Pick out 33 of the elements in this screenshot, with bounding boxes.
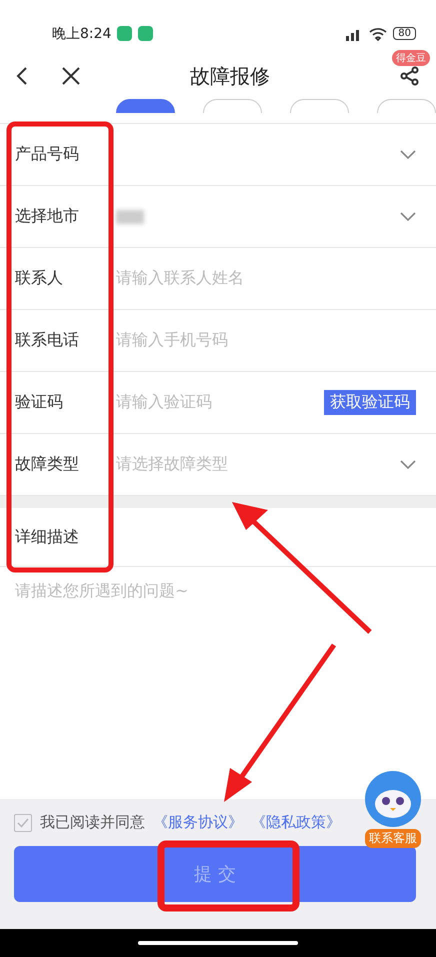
policy-link[interactable]: 《服务协议》 bbox=[153, 813, 243, 832]
app-icon bbox=[117, 26, 132, 41]
close-icon[interactable] bbox=[62, 67, 80, 85]
check-icon bbox=[17, 818, 29, 828]
share-icon[interactable] bbox=[400, 66, 420, 86]
field-label: 验证码 bbox=[15, 392, 64, 413]
field-label: 联系人 bbox=[15, 268, 64, 289]
page-title: 故障报修 bbox=[189, 62, 271, 90]
back-icon[interactable] bbox=[16, 67, 28, 85]
field-label: 故障类型 bbox=[15, 454, 80, 475]
field-label: 选择地市 bbox=[15, 206, 80, 227]
input-field[interactable]: 请输入联系人姓名 bbox=[116, 268, 416, 289]
policy-link[interactable]: 《隐私政策》 bbox=[251, 813, 341, 832]
mascot-icon[interactable] bbox=[364, 770, 422, 828]
field-label: 产品号码 bbox=[15, 144, 80, 165]
wifi-icon bbox=[369, 26, 388, 40]
reward-badge: 得金豆 bbox=[392, 50, 430, 66]
input-field[interactable]: 请选择故障类型 bbox=[116, 454, 400, 475]
field-label: 详细描述 bbox=[15, 526, 80, 548]
input-field[interactable]: 请输入手机号码 bbox=[116, 330, 416, 351]
battery-level: 80 bbox=[393, 27, 416, 40]
chevron-down-icon bbox=[400, 460, 416, 470]
submit-button[interactable]: 提 交 bbox=[14, 846, 416, 902]
input-field[interactable]: 请输入验证码 bbox=[116, 392, 324, 413]
get-code-button[interactable]: 获取验证码 bbox=[324, 390, 416, 415]
app-icon bbox=[138, 26, 154, 41]
status-time: 晚上8:24 bbox=[52, 24, 112, 42]
agree-checkbox[interactable] bbox=[14, 814, 32, 832]
chevron-down-icon bbox=[400, 212, 416, 222]
chevron-down-icon bbox=[400, 150, 416, 160]
field-label: 联系电话 bbox=[15, 330, 80, 351]
agreement-text: 我已阅读并同意 bbox=[40, 813, 145, 832]
support-label[interactable]: 联系客服 bbox=[365, 829, 421, 848]
